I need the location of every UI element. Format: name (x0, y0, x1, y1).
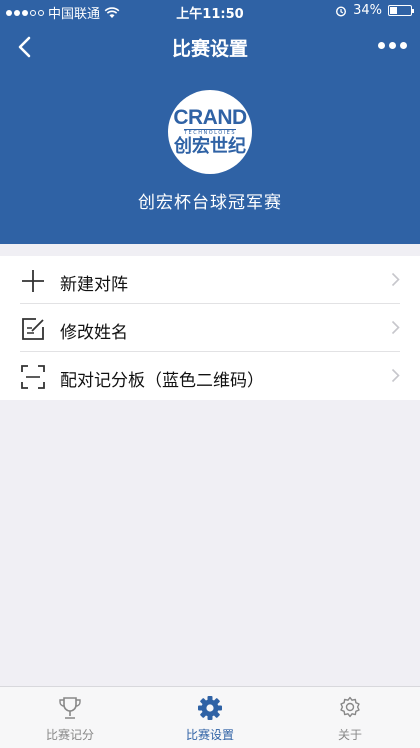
logo-main-text: CRAND (173, 105, 247, 129)
page-title: 比赛设置 (171, 38, 248, 60)
menu-item-label: 修改姓名 (60, 323, 128, 343)
status-right: 34% (335, 3, 414, 18)
tab-bar: 比赛记分 比赛设置 关于 (0, 686, 420, 748)
edit-icon (22, 318, 44, 340)
chevron-right-icon (391, 320, 400, 335)
more-dot-icon (400, 41, 407, 49)
tab-label: 比赛记分 (45, 728, 94, 742)
battery-icon (388, 5, 414, 16)
menu-item-label: 配对记分板（蓝色二维码） (60, 371, 264, 391)
tab-label: 比赛设置 (185, 728, 234, 742)
tab-about[interactable]: 关于 (280, 687, 420, 748)
settings-outline-icon (340, 696, 360, 718)
menu-item-new-match[interactable]: 新建对阵 (0, 256, 420, 304)
menu-item-pair-scoreboard[interactable]: 配对记分板（蓝色二维码） (0, 352, 420, 400)
tab-label: 关于 (337, 728, 362, 742)
more-button[interactable] (378, 38, 408, 52)
more-dot-icon (378, 41, 385, 49)
logo-cn-text: 创宏世纪 (174, 135, 246, 157)
chevron-right-icon (391, 368, 400, 383)
event-name: 创宏杯台球冠军赛 (138, 193, 282, 213)
menu-item-edit-name[interactable]: 修改姓名 (0, 304, 420, 352)
plus-icon (22, 270, 44, 292)
battery-percent: 34% (353, 3, 382, 18)
chevron-right-icon (391, 272, 400, 287)
brand-logo: CRAND TECHNOLOIES 创宏世纪 (168, 90, 252, 174)
trophy-icon (59, 697, 81, 719)
tab-scoring[interactable]: 比赛记分 (0, 687, 140, 748)
header: 中国联通 上午11:50 34% 比赛设置 CRAND TECHNOLOIES … (0, 0, 420, 244)
tab-settings[interactable]: 比赛设置 (140, 687, 280, 748)
menu-item-label: 新建对阵 (60, 275, 128, 295)
gear-icon (198, 696, 222, 720)
settings-menu: 新建对阵 修改姓名 配对记分板（蓝色二维码） (0, 256, 420, 400)
battery-fill (390, 7, 397, 14)
scan-icon (21, 365, 45, 389)
status-bar: 中国联通 上午11:50 34% (0, 0, 420, 22)
alarm-icon (336, 5, 347, 17)
nav-bar: 比赛设置 (0, 22, 420, 72)
more-dot-icon (389, 41, 396, 49)
